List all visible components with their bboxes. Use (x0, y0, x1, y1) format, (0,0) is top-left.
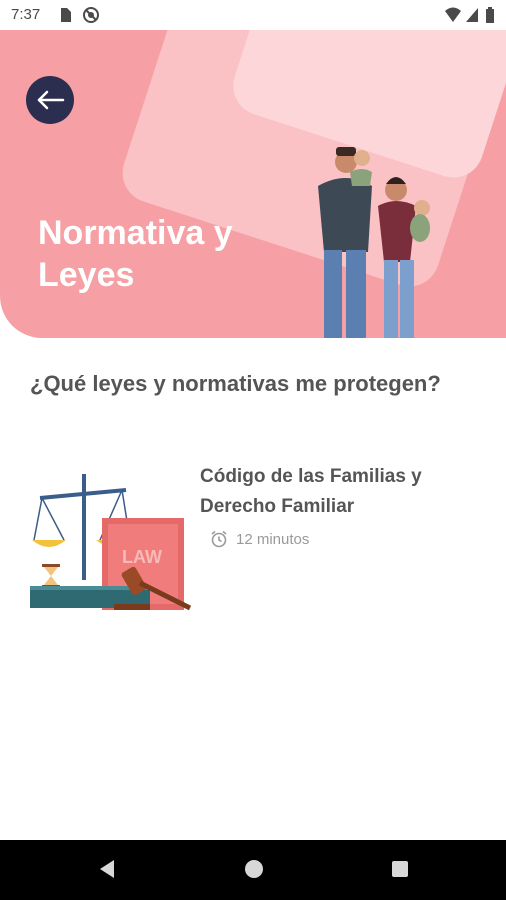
article-meta: 12 minutos (210, 530, 309, 548)
article-card[interactable]: LAW Código de las Familias y Derecho Fam… (30, 458, 480, 618)
book-label: LAW (122, 547, 162, 567)
section-title: ¿Qué leyes y normativas me protegen? (30, 371, 441, 396)
page-title: Normativa y Leyes (38, 214, 233, 294)
hero-banner: Normativa y Leyes (0, 30, 506, 338)
arrow-left-icon (37, 90, 65, 110)
recents-square-icon[interactable] (390, 858, 410, 880)
article-title: Código de las Familias y Derecho Familia… (200, 466, 422, 517)
signal-icon (466, 8, 478, 22)
family-illustration-icon (318, 147, 430, 338)
law-scales-illustration: LAW (30, 474, 192, 611)
status-bar: 7:37 (0, 0, 506, 30)
back-triangle-icon[interactable] (96, 858, 116, 880)
battery-icon (486, 7, 494, 23)
system-nav-bar (0, 840, 506, 900)
sim-card-icon (61, 8, 71, 22)
home-circle-icon[interactable] (243, 858, 265, 880)
wifi-icon (445, 7, 461, 22)
no-disturb-icon (83, 7, 99, 23)
back-button[interactable] (26, 76, 74, 124)
status-time: 7:37 (11, 6, 41, 23)
article-duration: 12 minutos (236, 530, 310, 548)
alarm-clock-icon (211, 530, 227, 548)
